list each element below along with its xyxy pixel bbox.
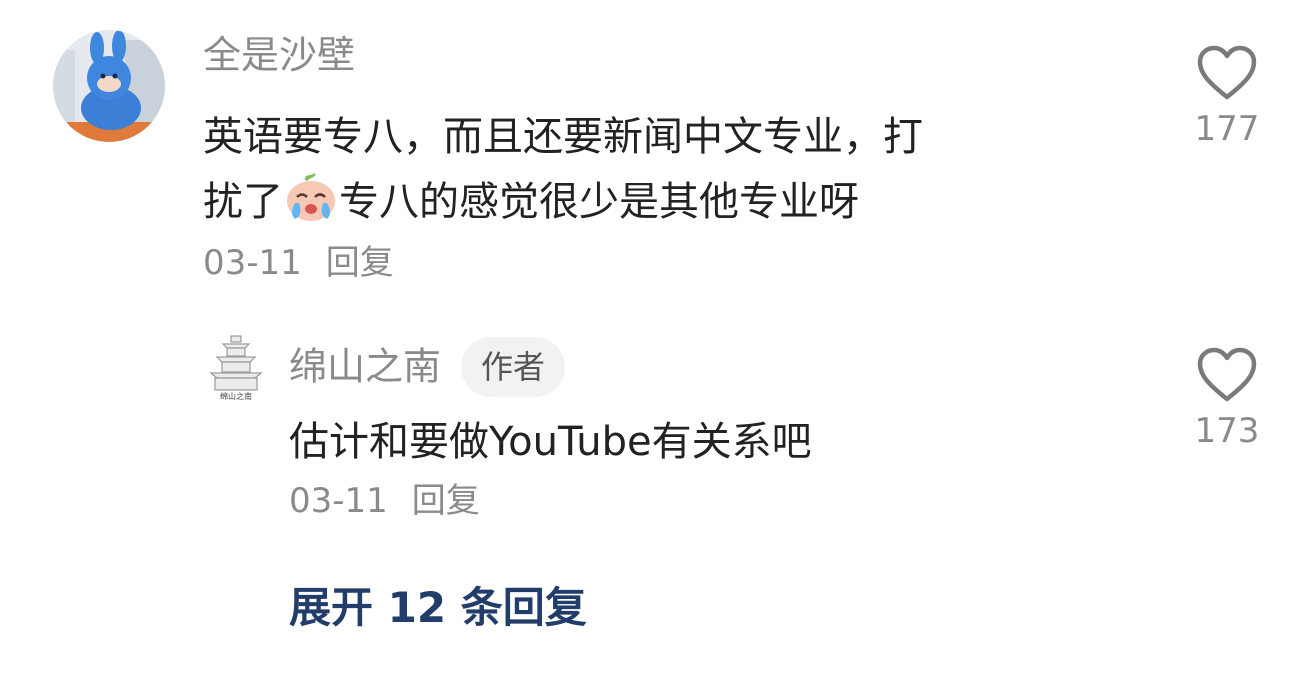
comment-text: 英语要专八，而且还要新闻中文专业，打 扰了 专八的感觉很少是其他专业呀	[203, 105, 1163, 234]
reply-user-row: 绵山之南 作者	[289, 333, 566, 397]
reply-avatar[interactable]: 绵山之南	[205, 330, 267, 402]
comment-meta: 03-11 回复	[203, 246, 394, 280]
avatar-image	[53, 30, 165, 142]
comment-text-part: 扰了	[203, 179, 283, 225]
comment-text-line-2: 扰了 专八的感觉很少是其他专业呀	[203, 169, 1163, 234]
comment-text-line-1: 英语要专八，而且还要新闻中文专业，打	[203, 114, 923, 160]
reply-like-button[interactable]: 173	[1182, 346, 1272, 448]
user-name[interactable]: 全是沙壁	[203, 36, 355, 74]
reply-button[interactable]: 回复	[326, 243, 394, 283]
reply-user-name[interactable]: 绵山之南	[289, 345, 441, 389]
reply-text: 估计和要做YouTube有关系吧	[289, 419, 812, 465]
reply-date: 03-11	[289, 481, 388, 521]
like-button[interactable]: 177	[1182, 44, 1272, 146]
crying-face-icon	[283, 169, 339, 225]
heart-icon	[1197, 347, 1257, 402]
comment-text-part: 专八的感觉很少是其他专业呀	[339, 179, 859, 225]
reply-meta: 03-11 回复	[289, 484, 480, 518]
reply-button[interactable]: 回复	[412, 481, 480, 521]
avatar-caption: 绵山之南	[220, 391, 252, 401]
author-badge: 作者	[461, 336, 566, 397]
like-count: 173	[1194, 411, 1260, 451]
heart-icon	[1197, 45, 1257, 100]
like-count: 177	[1194, 109, 1260, 149]
expand-replies-link[interactable]: 展开 12 条回复	[289, 574, 587, 635]
avatar[interactable]	[53, 30, 165, 142]
comment-date: 03-11	[203, 243, 302, 283]
pagoda-avatar-image: 绵山之南	[205, 330, 267, 402]
